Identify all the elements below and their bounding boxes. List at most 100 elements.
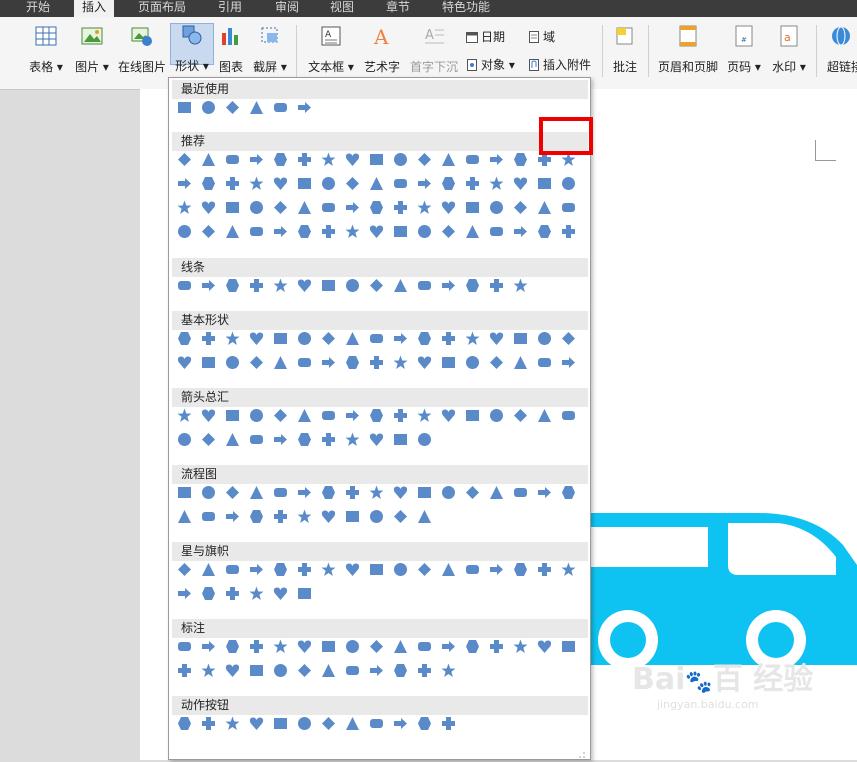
shape-item[interactable] (273, 152, 288, 167)
shape-item[interactable] (345, 432, 360, 447)
shape-item[interactable] (345, 355, 360, 370)
shape-item[interactable] (417, 408, 432, 423)
dropcap-button[interactable]: A 首字下沉 (408, 25, 460, 83)
shape-item[interactable] (417, 562, 432, 577)
shape-item[interactable] (489, 408, 504, 423)
shape-item[interactable] (321, 432, 336, 447)
shape-item[interactable] (273, 200, 288, 215)
shape-item[interactable] (249, 224, 264, 239)
page-number-button[interactable]: # 页码 ▾ (724, 25, 764, 83)
shape-item[interactable] (297, 100, 312, 115)
shape-item[interactable] (417, 639, 432, 654)
shape-item[interactable] (321, 152, 336, 167)
shape-item[interactable] (201, 152, 216, 167)
shape-item[interactable] (441, 331, 456, 346)
shape-item[interactable] (513, 355, 528, 370)
shape-item[interactable] (369, 224, 384, 239)
shape-item[interactable] (537, 200, 552, 215)
shape-item[interactable] (417, 176, 432, 191)
shape-item[interactable] (273, 355, 288, 370)
shape-item[interactable] (273, 224, 288, 239)
shape-item[interactable] (201, 100, 216, 115)
shape-item[interactable] (249, 639, 264, 654)
shape-item[interactable] (345, 200, 360, 215)
shape-item[interactable] (537, 331, 552, 346)
shape-item[interactable] (297, 586, 312, 601)
shape-item[interactable] (297, 663, 312, 678)
shape-item[interactable] (201, 509, 216, 524)
shape-item[interactable] (345, 663, 360, 678)
shape-item[interactable] (177, 485, 192, 500)
shape-item[interactable] (177, 586, 192, 601)
shape-item[interactable] (297, 224, 312, 239)
shape-item[interactable] (561, 485, 576, 500)
shape-item[interactable] (417, 278, 432, 293)
shape-item[interactable] (417, 432, 432, 447)
shape-item[interactable] (441, 639, 456, 654)
shape-item[interactable] (225, 200, 240, 215)
shape-item[interactable] (513, 639, 528, 654)
shape-item[interactable] (393, 355, 408, 370)
shape-item[interactable] (465, 355, 480, 370)
shape-item[interactable] (225, 485, 240, 500)
shape-item[interactable] (465, 224, 480, 239)
shape-item[interactable] (273, 586, 288, 601)
shape-item[interactable] (201, 716, 216, 731)
shape-item[interactable] (369, 408, 384, 423)
shape-item[interactable] (561, 200, 576, 215)
shape-item[interactable] (225, 562, 240, 577)
shape-item[interactable] (177, 639, 192, 654)
picture-button[interactable]: 图片 ▾ (72, 25, 112, 83)
shape-item[interactable] (345, 716, 360, 731)
shape-item[interactable] (393, 200, 408, 215)
shape-item[interactable] (249, 663, 264, 678)
shape-item[interactable] (537, 485, 552, 500)
shape-item[interactable] (489, 278, 504, 293)
shape-item[interactable] (489, 639, 504, 654)
shape-item[interactable] (321, 509, 336, 524)
shape-item[interactable] (465, 200, 480, 215)
shape-item[interactable] (201, 224, 216, 239)
shape-item[interactable] (249, 152, 264, 167)
tab-page-layout[interactable]: 页面布局 (138, 0, 186, 17)
shape-item[interactable] (225, 100, 240, 115)
screenshot-button[interactable]: 截屏 ▾ (250, 25, 290, 83)
shape-item[interactable] (297, 485, 312, 500)
shape-item[interactable] (177, 152, 192, 167)
shape-item[interactable] (369, 509, 384, 524)
shape-item[interactable] (321, 200, 336, 215)
shape-item[interactable] (321, 224, 336, 239)
shape-item[interactable] (369, 176, 384, 191)
shape-item[interactable] (513, 408, 528, 423)
shape-item[interactable] (513, 176, 528, 191)
shape-item[interactable] (441, 562, 456, 577)
shape-item[interactable] (393, 485, 408, 500)
shape-item[interactable] (417, 224, 432, 239)
shape-item[interactable] (321, 485, 336, 500)
shape-item[interactable] (561, 331, 576, 346)
shape-item[interactable] (441, 408, 456, 423)
shape-item[interactable] (177, 200, 192, 215)
resize-grip-icon[interactable] (578, 748, 586, 758)
shape-item[interactable] (345, 485, 360, 500)
shape-item[interactable] (537, 639, 552, 654)
shape-item[interactable] (297, 509, 312, 524)
shape-item[interactable] (249, 355, 264, 370)
tab-references[interactable]: 引用 (218, 0, 242, 17)
shape-item[interactable] (225, 176, 240, 191)
shape-item[interactable] (273, 176, 288, 191)
shape-item[interactable] (537, 562, 552, 577)
shape-item[interactable] (321, 639, 336, 654)
shape-item[interactable] (561, 562, 576, 577)
shape-item[interactable] (177, 224, 192, 239)
shape-item[interactable] (441, 355, 456, 370)
shape-item[interactable] (297, 639, 312, 654)
textbox-button[interactable]: A 文本框 ▾ (304, 25, 358, 83)
shape-item[interactable] (513, 485, 528, 500)
shape-item[interactable] (441, 224, 456, 239)
shape-item[interactable] (273, 663, 288, 678)
shape-item[interactable] (417, 200, 432, 215)
shape-item[interactable] (561, 639, 576, 654)
shape-item[interactable] (393, 278, 408, 293)
shape-item[interactable] (393, 509, 408, 524)
